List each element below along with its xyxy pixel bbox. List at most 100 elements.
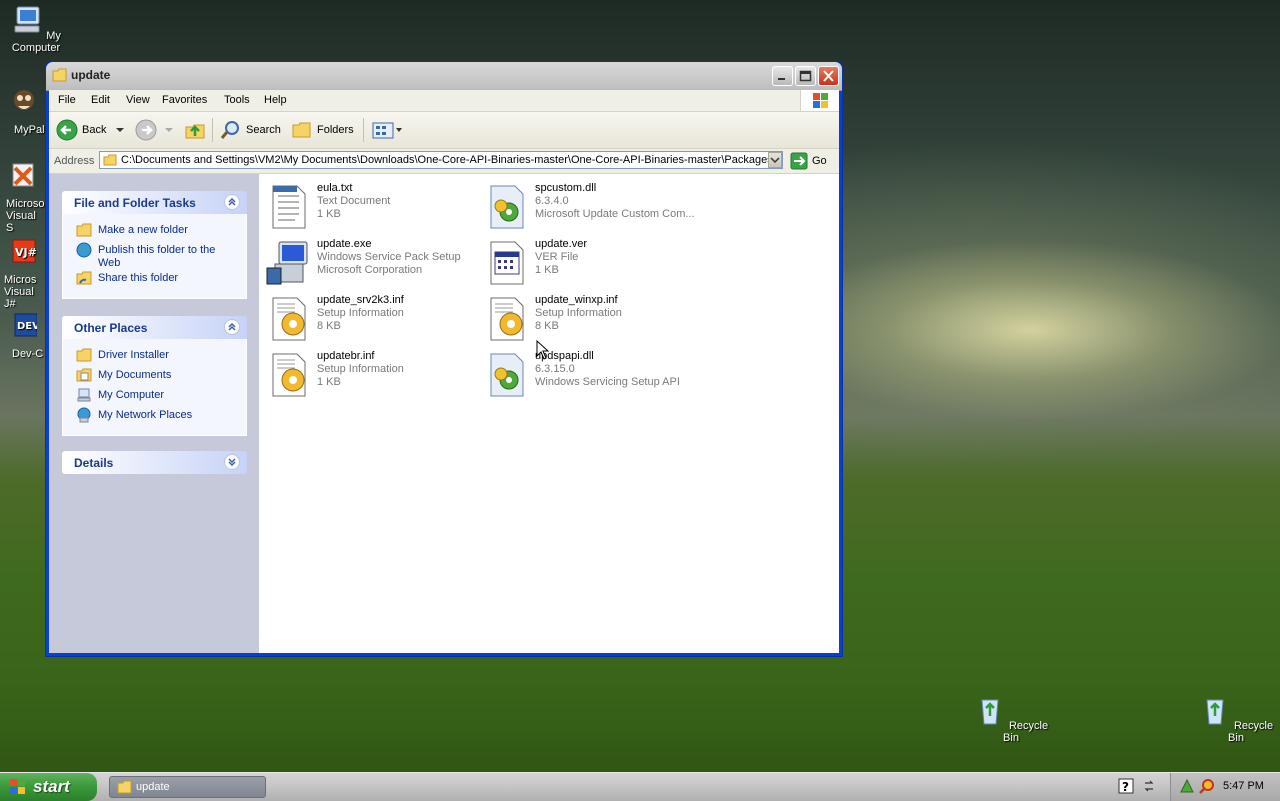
dll-file-icon	[490, 353, 524, 397]
my-documents-icon	[76, 368, 92, 382]
panel-header[interactable]: Other Places	[62, 316, 247, 339]
close-button[interactable]	[818, 66, 839, 86]
desktop-icon-visual-studio[interactable]: Microso Visual S	[0, 160, 48, 234]
desktop-icon-label: Microso Visual S	[6, 198, 45, 234]
system-tray: 5:47 PM	[1170, 773, 1280, 801]
start-button[interactable]: start	[0, 773, 97, 801]
panel-title: Other Places	[74, 321, 148, 335]
menu-tools[interactable]: Tools	[224, 94, 250, 106]
up-folder-button[interactable]	[184, 118, 206, 142]
desktop-icon-dev-cpp[interactable]: DEV Dev-C	[0, 310, 48, 360]
maximize-button[interactable]	[795, 66, 816, 86]
place-my-computer[interactable]: My Computer	[63, 387, 246, 407]
menu-view[interactable]: View	[126, 94, 150, 106]
desktop-icon-label: Dev-C	[12, 348, 44, 360]
chevron-down-icon[interactable]	[163, 125, 175, 135]
svg-text:?: ?	[1122, 780, 1129, 794]
minimize-icon	[778, 78, 785, 80]
window-client: File Edit View Favorites Tools Help Back	[49, 90, 839, 653]
file-item[interactable]: update_srv2k3.inf Setup Information 8 KB	[265, 292, 483, 342]
task-pane: File and Folder Tasks Make a new folder …	[49, 174, 259, 653]
visual-jsharp-icon: VJ#	[12, 239, 37, 263]
collapse-icon[interactable]	[224, 319, 240, 335]
expand-icon[interactable]	[224, 454, 240, 470]
network-tray-icon[interactable]	[1179, 778, 1195, 794]
task-publish-folder[interactable]: Publish this folder to the Web	[63, 242, 246, 270]
dll-file-icon	[490, 185, 524, 229]
address-dropdown-button[interactable]	[768, 152, 782, 168]
desktop-icon-recycle-bin[interactable]: Recycle Bin	[971, 694, 1051, 744]
minimize-button[interactable]	[772, 66, 793, 86]
svg-text:DEV: DEV	[17, 321, 37, 332]
start-label: start	[33, 777, 70, 796]
file-item[interactable]: update_winxp.inf Setup Information 8 KB	[483, 292, 701, 342]
task-share-folder[interactable]: Share this folder	[63, 270, 246, 290]
my-computer-icon	[14, 6, 40, 33]
address-path: C:\Documents and Settings\VM2\My Documen…	[121, 154, 782, 166]
go-label: Go	[812, 155, 827, 167]
chevron-down-icon	[770, 157, 780, 164]
place-my-documents[interactable]: My Documents	[63, 367, 246, 387]
panel-header[interactable]: File and Folder Tasks	[62, 191, 247, 214]
views-button[interactable]	[371, 118, 403, 142]
inf-file-icon	[272, 353, 306, 397]
toolbar-separator	[363, 118, 364, 142]
search-tray-icon[interactable]	[1199, 778, 1215, 794]
desktop-icon-visual-jsharp[interactable]: VJ# Micros Visual J#	[0, 236, 48, 310]
place-driver-installer[interactable]: Driver Installer	[63, 347, 246, 367]
desktop-icon-label: Micros Visual J#	[4, 274, 37, 310]
menu-favorites[interactable]: Favorites	[162, 94, 207, 106]
chevron-down-icon[interactable]	[114, 125, 126, 135]
chevron-down-icon[interactable]	[395, 125, 403, 135]
forward-button[interactable]	[135, 118, 175, 142]
network-places-icon	[77, 407, 91, 423]
views-icon	[372, 122, 394, 139]
desktop-icon-my-computer[interactable]: My Computer	[0, 4, 76, 54]
dev-cpp-icon: DEV	[14, 313, 40, 337]
taskbar-item-update[interactable]: update	[109, 776, 266, 798]
file-folder-tasks-panel: File and Folder Tasks Make a new folder …	[62, 191, 247, 299]
windows-flag-icon	[813, 93, 828, 108]
recycle-bin-icon	[981, 699, 999, 725]
menu-file[interactable]: File	[58, 94, 76, 106]
title-bar[interactable]: update	[46, 62, 842, 91]
folders-button[interactable]: Folders	[291, 118, 354, 142]
folder-icon	[76, 348, 92, 362]
file-item[interactable]: updspapi.dll 6.3.15.0 Windows Servicing …	[483, 348, 701, 398]
back-label: Back	[82, 124, 107, 136]
search-button[interactable]: Search	[220, 118, 281, 142]
desktop-icon-recycle-bin-2[interactable]: Recycle Bin	[1196, 694, 1276, 744]
clock: 5:47 PM	[1223, 780, 1264, 792]
panel-header[interactable]: Details	[62, 451, 247, 474]
details-panel: Details	[62, 451, 247, 474]
file-item[interactable]: eula.txt Text Document 1 KB	[265, 180, 483, 230]
taskbar: start update ? 5:47 PM	[0, 772, 1280, 801]
menu-edit[interactable]: Edit	[91, 94, 110, 106]
go-button[interactable]: Go	[790, 152, 827, 170]
file-item[interactable]: update.ver VER File 1 KB	[483, 236, 701, 286]
address-label: Address	[54, 155, 95, 167]
svg-text:VJ#: VJ#	[15, 246, 37, 259]
place-my-network-places[interactable]: My Network Places	[63, 407, 246, 427]
folder-icon	[117, 780, 132, 794]
file-item[interactable]: update.exe Windows Service Pack Setup Mi…	[265, 236, 483, 286]
file-list: eula.txt Text Document 1 KB spcustom.dll…	[259, 174, 839, 653]
file-item[interactable]: spcustom.dll 6.3.4.0 Microsoft Update Cu…	[483, 180, 701, 230]
search-label: Search	[246, 124, 281, 136]
task-make-new-folder[interactable]: Make a new folder	[63, 222, 246, 242]
menu-bar: File Edit View Favorites Tools Help	[49, 90, 839, 112]
globe-icon	[76, 242, 92, 258]
menu-help[interactable]: Help	[264, 94, 287, 106]
help-icon[interactable]: ?	[1118, 778, 1134, 794]
new-folder-icon	[76, 223, 92, 237]
panel-title: File and Folder Tasks	[74, 196, 196, 210]
address-input[interactable]: C:\Documents and Settings\VM2\My Documen…	[99, 151, 783, 169]
folders-label: Folders	[317, 124, 354, 136]
tray-arrows-icon[interactable]	[1143, 778, 1155, 794]
recycle-bin-icon	[1206, 699, 1224, 725]
inf-file-icon	[490, 297, 524, 341]
file-item[interactable]: updatebr.inf Setup Information 1 KB	[265, 348, 483, 398]
collapse-icon[interactable]	[224, 194, 240, 210]
toolbar-separator	[212, 118, 213, 142]
back-button[interactable]: Back	[56, 118, 126, 142]
